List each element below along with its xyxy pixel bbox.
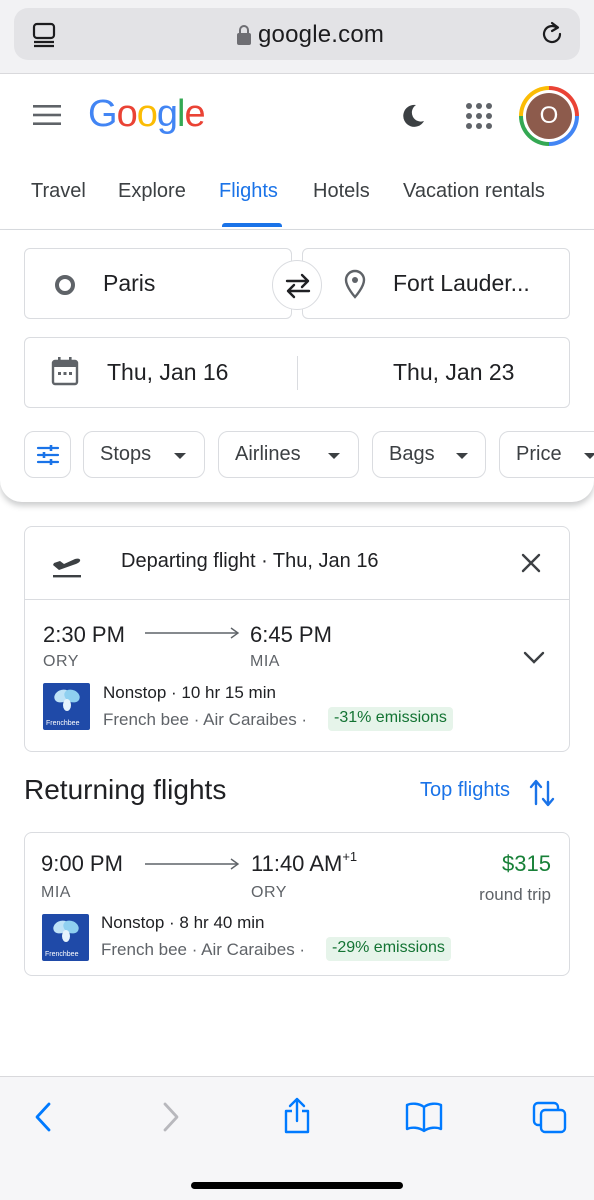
- sort-button[interactable]: Top flights: [420, 779, 510, 802]
- bookmarks-icon[interactable]: [405, 1101, 443, 1138]
- lock-icon: [236, 24, 252, 46]
- price-filter-label: Price: [516, 443, 562, 465]
- price-filter-button[interactable]: Price: [499, 431, 594, 478]
- departing-flight-title: Departing flight · Thu, Jan 16: [121, 550, 379, 572]
- airlines-filter-label: Airlines: [235, 443, 301, 465]
- price: $315: [502, 851, 551, 876]
- tune-icon: [36, 445, 60, 465]
- tab-hotels[interactable]: Hotels: [313, 180, 370, 203]
- departing-flight-card: Departing flight · Thu, Jan 16 2:30 PM 6…: [24, 526, 570, 752]
- tabs-icon[interactable]: [532, 1101, 568, 1140]
- bags-filter-label: Bags: [389, 443, 435, 465]
- route-arrow-icon: [145, 627, 240, 639]
- arrival-time-group: 11:40 AM+1: [251, 849, 358, 877]
- origin-field[interactable]: Paris: [24, 248, 292, 319]
- origin-icon: [55, 275, 75, 295]
- google-logo[interactable]: Google: [88, 93, 206, 136]
- caret-down-icon: [456, 453, 468, 459]
- home-indicator: [191, 1182, 403, 1189]
- tab-travel[interactable]: Travel: [31, 180, 86, 203]
- airline-names: French bee · Air Caraibes ·: [103, 710, 308, 729]
- sort-icon[interactable]: [529, 778, 555, 808]
- close-icon[interactable]: [521, 553, 541, 573]
- travel-tabs: Travel Explore Flights Hotels Vacation r…: [0, 160, 594, 230]
- origin-airport-code: MIA: [41, 884, 71, 901]
- caret-down-icon: [174, 453, 186, 459]
- day-offset: +1: [342, 849, 358, 864]
- date-divider: [297, 356, 298, 390]
- destination-airport-code: ORY: [251, 884, 287, 901]
- apps-icon[interactable]: [465, 102, 493, 130]
- url-field[interactable]: google.com: [14, 8, 580, 60]
- avatar-initial: O: [526, 93, 572, 139]
- share-icon[interactable]: [282, 1097, 312, 1140]
- return-date[interactable]: Thu, Jan 23: [393, 359, 514, 386]
- filter-bar: Stops Airlines Bags Price: [24, 431, 594, 479]
- reload-icon[interactable]: [538, 20, 566, 48]
- dark-mode-icon[interactable]: [400, 103, 426, 129]
- airlines-filter-button[interactable]: Airlines: [218, 431, 359, 478]
- flight-search-panel: Paris Fort Lauder... Thu, Jan 16 Thu, Ja…: [0, 230, 594, 502]
- chevron-down-icon[interactable]: [523, 651, 545, 665]
- swap-icon: [285, 273, 311, 299]
- departing-flight-header: Departing flight · Thu, Jan 16: [25, 527, 569, 600]
- french-bee-logo: Frenchbee: [42, 914, 89, 961]
- avatar[interactable]: O: [519, 86, 579, 146]
- logo-letter: o: [136, 93, 158, 135]
- forward-icon[interactable]: [160, 1101, 182, 1138]
- origin-airport-code: ORY: [43, 653, 79, 670]
- departure-date[interactable]: Thu, Jan 16: [107, 359, 228, 386]
- destination-airport-code: MIA: [250, 653, 280, 670]
- bags-filter-button[interactable]: Bags: [372, 431, 486, 478]
- menu-icon[interactable]: [32, 103, 62, 127]
- arrival-time: 6:45 PM: [250, 622, 332, 647]
- airline-names: French bee · Air Caraibes ·: [101, 940, 306, 959]
- emissions-badge: -31% emissions: [328, 707, 453, 731]
- destination-value: Fort Lauder...: [393, 270, 530, 296]
- airline-logo-text: Frenchbee: [45, 951, 79, 958]
- price-note: round trip: [479, 885, 551, 904]
- swap-button[interactable]: [272, 260, 322, 310]
- reader-icon[interactable]: [32, 22, 56, 48]
- arrival-time: 11:40 AM: [251, 851, 343, 876]
- returning-flights-title: Returning flights: [24, 774, 227, 805]
- caret-down-icon: [328, 453, 340, 459]
- browser-toolbar: [0, 1076, 594, 1200]
- all-filters-button[interactable]: [24, 431, 71, 478]
- logo-letter: e: [184, 93, 205, 135]
- tab-explore[interactable]: Explore: [118, 180, 186, 203]
- tab-flights[interactable]: Flights: [219, 180, 278, 203]
- back-icon[interactable]: [32, 1101, 54, 1138]
- departure-plane-icon: [51, 549, 83, 579]
- returning-flight-card[interactable]: 9:00 PM 11:40 AM+1 MIA ORY $315 round tr…: [24, 832, 570, 976]
- logo-letter: G: [88, 93, 118, 135]
- date-range-field[interactable]: Thu, Jan 16 Thu, Jan 23: [24, 337, 570, 408]
- stops-filter-button[interactable]: Stops: [83, 431, 205, 478]
- logo-letter: o: [116, 93, 138, 135]
- destination-field[interactable]: Fort Lauder...: [302, 248, 570, 319]
- google-header: Google O: [0, 75, 594, 159]
- stops-duration: Nonstop · 8 hr 40 min: [101, 913, 265, 932]
- active-tab-indicator: [222, 223, 282, 227]
- location-pin-icon: [343, 269, 367, 299]
- stops-filter-label: Stops: [100, 443, 152, 465]
- departure-time: 9:00 PM: [41, 851, 123, 876]
- browser-address-bar: google.com: [0, 0, 594, 74]
- french-bee-logo: Frenchbee: [43, 683, 90, 730]
- tab-vacation-rentals[interactable]: Vacation rentals: [403, 180, 545, 203]
- emissions-badge: -29% emissions: [326, 937, 451, 961]
- airline-logo-text: Frenchbee: [46, 720, 80, 727]
- logo-letter: g: [156, 93, 178, 135]
- caret-down-icon: [584, 453, 594, 459]
- route-arrow-icon: [145, 858, 240, 870]
- departure-time: 2:30 PM: [43, 622, 125, 647]
- calendar-icon: [51, 356, 79, 386]
- url-host: google.com: [258, 21, 385, 48]
- origin-value: Paris: [103, 270, 156, 296]
- stops-duration: Nonstop · 10 hr 15 min: [103, 683, 276, 702]
